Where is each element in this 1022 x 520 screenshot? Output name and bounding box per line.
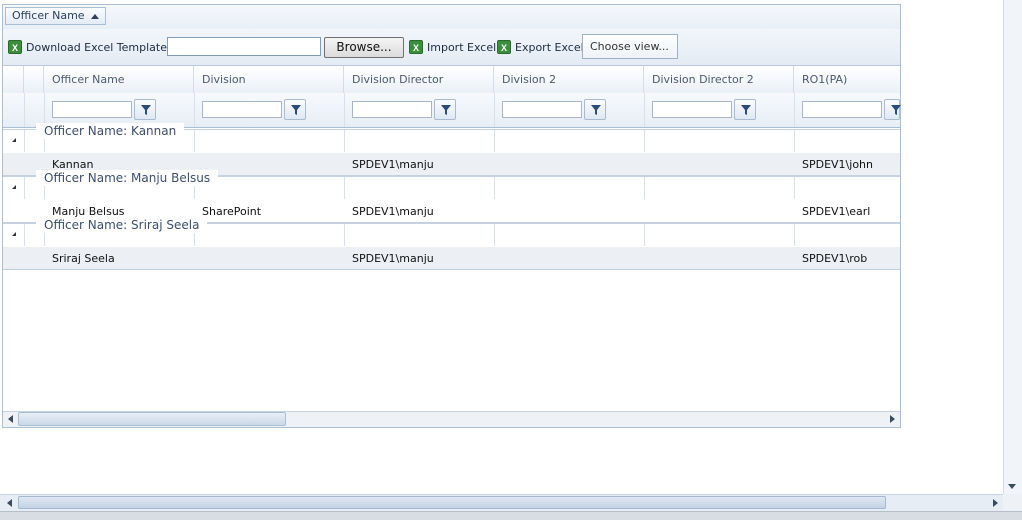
indent-header <box>24 66 44 93</box>
filter-input-division[interactable] <box>202 101 282 118</box>
filter-funnel-icon <box>291 105 301 115</box>
export-excel-label: Export Excel <box>515 40 584 54</box>
excel-icon: X <box>8 40 22 54</box>
filter-input-division-2[interactable] <box>502 101 582 118</box>
column-divider <box>644 224 645 246</box>
export-excel-button[interactable]: X Export Excel <box>497 40 584 54</box>
scroll-right-icon[interactable] <box>884 411 900 427</box>
column-divider <box>794 177 795 199</box>
scroll-left-icon[interactable] <box>3 411 19 427</box>
download-template-button[interactable]: X Download Excel Template <box>8 40 167 54</box>
column-divider <box>24 224 25 246</box>
column-divider <box>644 93 645 127</box>
group-label: Officer Name: Sriraj Seela <box>36 217 208 233</box>
import-excel-button[interactable]: X Import Excel <box>409 40 496 54</box>
excel-icon: X <box>409 40 423 54</box>
group-label: Officer Name: Kannan <box>36 123 185 139</box>
filter-funnel-icon <box>891 105 901 115</box>
column-divider <box>494 130 495 152</box>
file-path-input[interactable] <box>167 37 321 56</box>
column-divider <box>344 130 345 152</box>
column-divider <box>644 130 645 152</box>
filter-input-division-director[interactable] <box>352 101 432 118</box>
cell-division-director: SPDEV1\manju <box>352 158 434 171</box>
import-excel-label: Import Excel <box>427 40 497 54</box>
indent-header <box>3 66 24 93</box>
column-divider <box>24 93 25 127</box>
group-chip-label: Officer Name <box>12 9 85 22</box>
filter-button-officer-name[interactable] <box>134 99 156 120</box>
collapse-group-icon[interactable] <box>12 181 16 189</box>
column-divider <box>344 177 345 199</box>
scroll-right-icon[interactable] <box>987 495 1003 511</box>
cell-division-director: SPDEV1\manju <box>352 252 434 265</box>
page-scroll-thumb[interactable] <box>18 496 886 509</box>
cell-ro1-pa: SPDEV1\earl <box>802 205 871 218</box>
cell-division-director-2 <box>646 200 794 223</box>
column-header-officer-name[interactable]: Officer Name <box>44 66 194 93</box>
cell-division-2 <box>496 247 644 270</box>
scroll-down-icon[interactable] <box>1004 478 1020 494</box>
column-divider <box>24 130 25 152</box>
column-divider <box>44 93 45 127</box>
cell-division-2 <box>496 200 644 223</box>
cell-division-director-2 <box>646 247 794 270</box>
cell-officer-name: Sriraj Seela <box>52 252 115 265</box>
scrollbar-corner <box>1003 494 1022 511</box>
filter-funnel-icon <box>441 105 451 115</box>
column-header-division-director[interactable]: Division Director <box>344 66 494 93</box>
group-chip-officer-name[interactable]: Officer Name <box>5 7 106 25</box>
browse-button[interactable]: Browse... <box>324 37 404 58</box>
column-header-ro1-pa[interactable]: RO1(PA) <box>794 66 900 93</box>
column-divider <box>194 93 195 127</box>
filter-funnel-icon <box>141 105 151 115</box>
cell-ro1-pa: SPDEV1\rob <box>802 252 868 265</box>
filter-input-division-director-2[interactable] <box>652 101 732 118</box>
filter-funnel-icon <box>591 105 601 115</box>
excel-icon: X <box>497 40 511 54</box>
collapse-group-icon[interactable] <box>12 228 16 236</box>
column-divider <box>794 93 795 127</box>
page-vertical-scrollbar[interactable] <box>1003 0 1022 495</box>
group-panel <box>3 5 900 30</box>
column-divider <box>494 93 495 127</box>
column-header-division-director-2[interactable]: Division Director 2 <box>644 66 794 93</box>
cell-ro1-pa: SPDEV1\john <box>802 158 873 171</box>
column-divider <box>494 224 495 246</box>
column-header-division-2[interactable]: Division 2 <box>494 66 644 93</box>
group-label: Officer Name: Manju Belsus <box>36 170 219 186</box>
sort-ascending-icon <box>90 13 99 19</box>
grid-scroll-thumb[interactable] <box>18 412 286 426</box>
filter-button-ro1-pa[interactable] <box>884 99 901 120</box>
filter-button-division-director-2[interactable] <box>734 99 756 120</box>
filter-button-division[interactable] <box>284 99 306 120</box>
cell-division-2 <box>496 153 644 176</box>
column-divider <box>194 130 195 152</box>
column-divider <box>344 93 345 127</box>
filter-button-division-director[interactable] <box>434 99 456 120</box>
cell-division <box>196 153 344 176</box>
scroll-left-icon[interactable] <box>2 495 18 511</box>
column-divider <box>344 224 345 246</box>
filter-funnel-icon <box>741 105 751 115</box>
column-divider <box>24 177 25 199</box>
cell-division: SharePoint <box>202 205 262 218</box>
collapse-group-icon[interactable] <box>12 134 16 142</box>
column-divider <box>794 130 795 152</box>
download-template-label: Download Excel Template <box>26 40 168 54</box>
column-divider <box>794 224 795 246</box>
cell-division-director-2 <box>646 153 794 176</box>
cell-division-director: SPDEV1\manju <box>352 205 434 218</box>
column-divider <box>494 177 495 199</box>
filter-button-division-2[interactable] <box>584 99 606 120</box>
filter-input-officer-name[interactable] <box>52 101 132 118</box>
filter-input-ro1-pa[interactable] <box>802 101 882 118</box>
column-divider <box>644 177 645 199</box>
cell-division <box>196 247 344 270</box>
choose-view-dropdown[interactable]: Choose view... <box>582 34 678 59</box>
column-header-division[interactable]: Division <box>194 66 344 93</box>
